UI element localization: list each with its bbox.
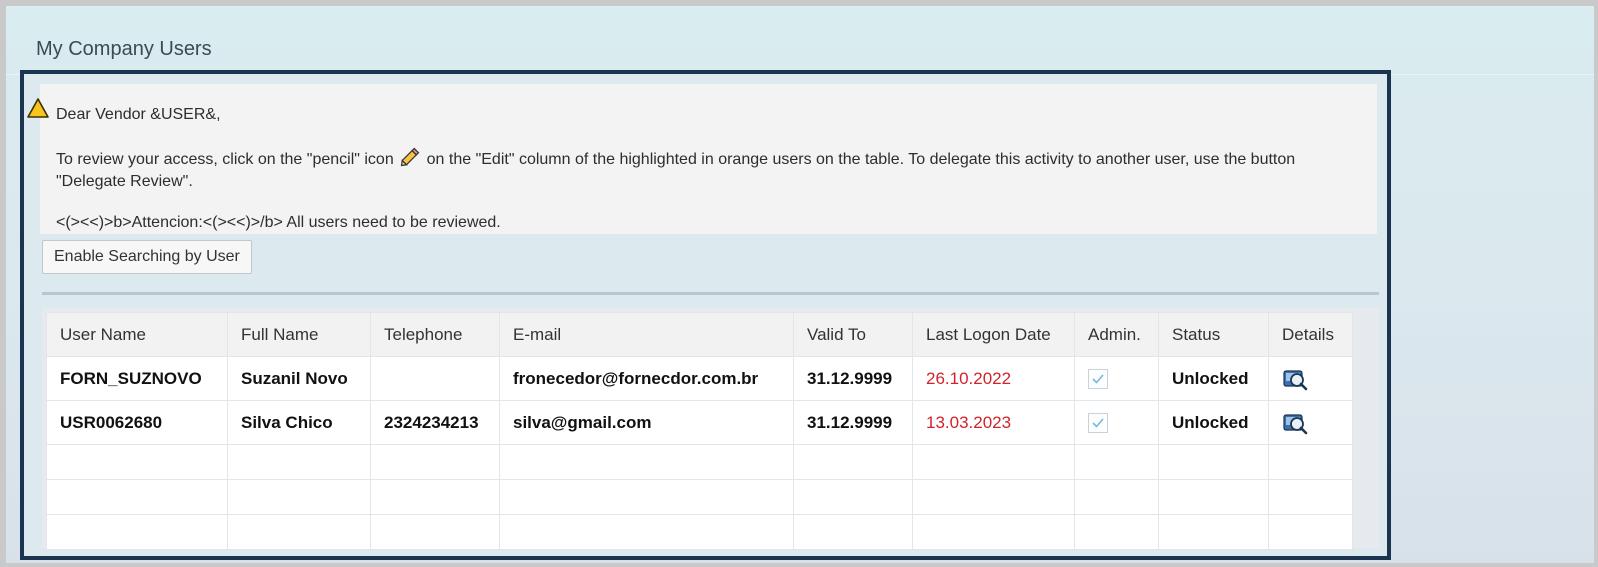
empty-table-row [46,444,1353,480]
column-header-last-logon[interactable]: Last Logon Date [912,312,1075,357]
cell-valid-to: 31.12.9999 [793,356,913,401]
cell-admin [1074,356,1159,401]
message-greeting: Dear Vendor &USER&, [56,106,221,123]
cell-user-name: USR0062680 [46,400,228,445]
message-body-start: To review your access, click on the "pen… [56,151,394,168]
cell-status: Unlocked [1158,356,1269,401]
table-header-row: User Name Full Name Telephone E-mail Val… [46,312,1353,357]
column-header-telephone[interactable]: Telephone [370,312,500,357]
cell-last-logon: 13.03.2023 [912,400,1075,445]
admin-checkbox [1088,412,1108,433]
users-table: User Name Full Name Telephone E-mail Val… [46,312,1353,550]
cell-full-name: Suzanil Novo [227,356,371,401]
empty-table-row [46,479,1353,515]
message-body: To review your access, click on the "pen… [56,147,1346,193]
column-header-details[interactable]: Details [1268,312,1353,357]
user-details-icon[interactable] [1282,367,1308,391]
column-header-email[interactable]: E-mail [499,312,794,357]
warning-icon [27,98,49,118]
column-header-valid-to[interactable]: Valid To [793,312,913,357]
table-row[interactable]: FORN_SUZNOVO Suzanil Novo fronecedor@for… [46,356,1353,401]
column-header-admin[interactable]: Admin. [1074,312,1159,357]
app-window: My Company Users Dear Vendor &USER&, To … [0,0,1598,567]
check-icon [1092,418,1104,428]
cell-telephone [370,356,500,401]
cell-details [1268,400,1353,445]
column-header-full-name[interactable]: Full Name [227,312,371,357]
cell-telephone: 2324234213 [370,400,500,445]
empty-table-row [46,514,1353,550]
column-header-status[interactable]: Status [1158,312,1269,357]
check-icon [1092,374,1104,384]
cell-user-name: FORN_SUZNOVO [46,356,228,401]
cell-admin [1074,400,1159,445]
cell-email: fronecedor@fornecdor.com.br [499,356,794,401]
cell-last-logon: 26.10.2022 [912,356,1075,401]
user-details-icon[interactable] [1282,411,1308,435]
message-attention: <(><<)>b>Attencion:<(><<)>/b> All users … [56,214,501,231]
page-title: My Company Users [36,38,212,60]
cell-full-name: Silva Chico [227,400,371,445]
pencil-icon [400,147,420,167]
cell-valid-to: 31.12.9999 [793,400,913,445]
admin-checkbox [1088,368,1108,389]
table-row[interactable]: USR0062680 Silva Chico 2324234213 silva@… [46,400,1353,445]
cell-details [1268,356,1353,401]
cell-email: silva@gmail.com [499,400,794,445]
cell-status: Unlocked [1158,400,1269,445]
enable-searching-button[interactable]: Enable Searching by User [42,240,252,274]
toolbar-separator [42,292,1379,295]
column-header-user-name[interactable]: User Name [46,312,228,357]
